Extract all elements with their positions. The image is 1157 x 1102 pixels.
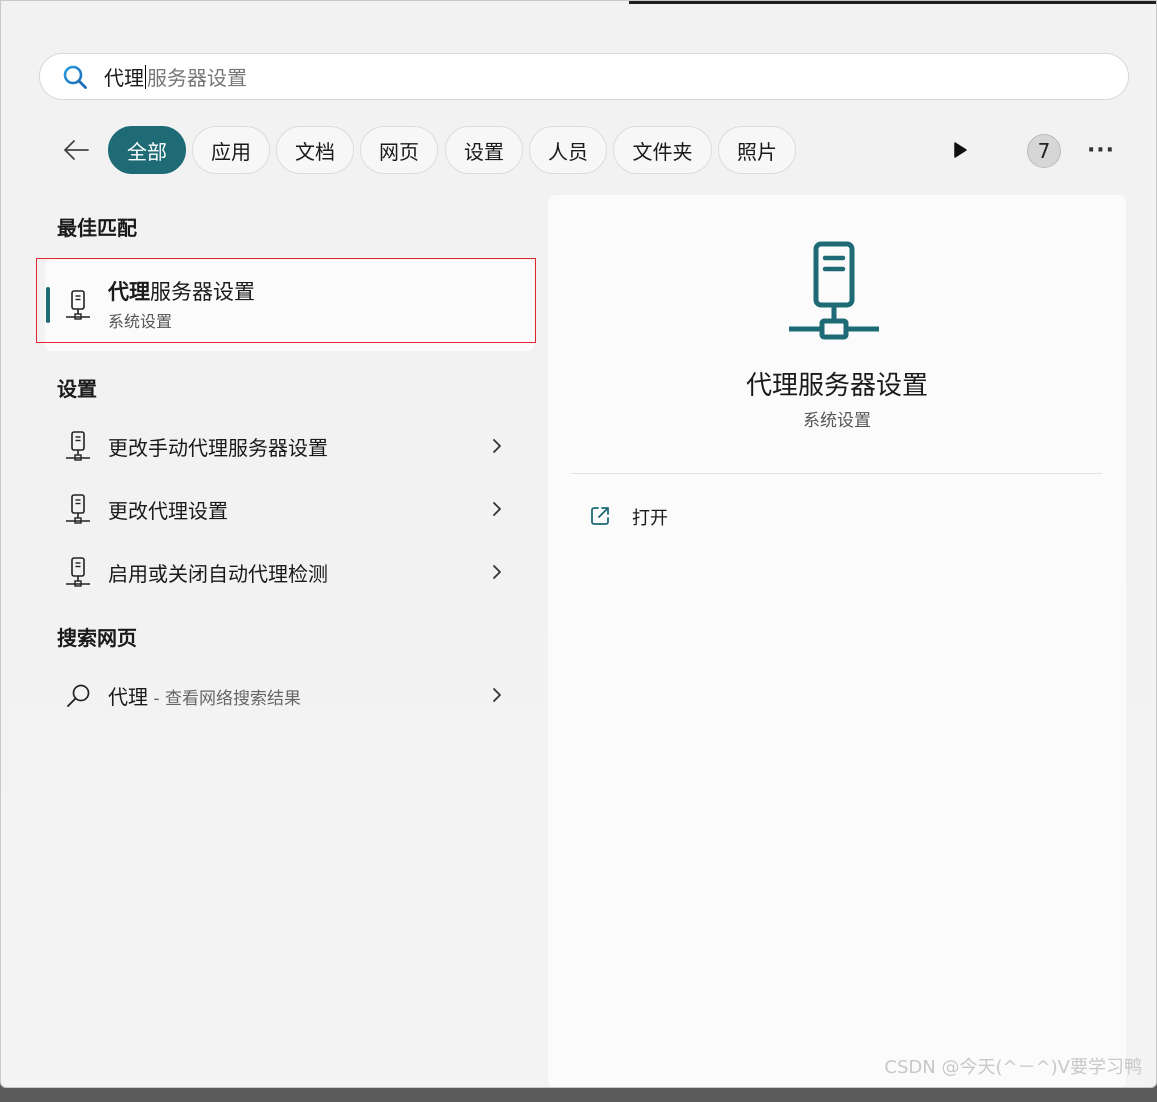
filter-chip-all[interactable]: 全部 <box>108 126 186 174</box>
search-window: 代理 服务器设置 全部 应用 文档 网页 设置 人员 文件夹 照片 7 ··· 最… <box>0 0 1157 1088</box>
web-search-result-item[interactable]: 代理 - 查看网络搜索结果 <box>45 665 534 725</box>
window-top-edge <box>629 1 1156 4</box>
filter-chip-people[interactable]: 人员 <box>529 126 607 174</box>
more-filters-button[interactable] <box>947 137 973 163</box>
preview-divider <box>571 473 1102 474</box>
settings-result-label: 更改手动代理服务器设置 <box>108 436 328 460</box>
preview-subtitle: 系统设置 <box>803 411 871 431</box>
settings-result-item[interactable]: 启用或关闭自动代理检测 <box>45 542 534 602</box>
chevron-right-icon[interactable] <box>489 499 505 519</box>
web-search-suffix: - 查看网络搜索结果 <box>148 689 301 709</box>
chevron-right-icon[interactable] <box>489 436 505 456</box>
open-action-label[interactable]: 打开 <box>632 504 668 530</box>
best-match-title-rest: 服务器设置 <box>150 280 255 304</box>
filter-chip-photos[interactable]: 照片 <box>718 126 796 174</box>
text-caret <box>145 64 146 89</box>
search-input-text[interactable]: 代理 <box>104 62 144 91</box>
filter-chip-folders[interactable]: 文件夹 <box>613 126 712 174</box>
preview-title: 代理服务器设置 <box>745 371 928 401</box>
arrow-left-icon <box>64 140 89 160</box>
settings-result-item[interactable]: 更改手动代理服务器设置 <box>45 416 534 476</box>
proxy-server-icon <box>66 557 90 587</box>
selection-indicator <box>46 287 50 323</box>
filter-chip-apps[interactable]: 应用 <box>192 126 270 174</box>
search-autocomplete-suggestion: 服务器设置 <box>147 66 247 90</box>
rewards-count-badge[interactable]: 7 <box>1027 134 1061 168</box>
search-icon <box>67 684 90 707</box>
proxy-server-icon <box>789 241 879 340</box>
ellipsis-icon: ··· <box>1086 137 1116 163</box>
best-match-title: 代理服务器设置 <box>108 276 255 306</box>
chevron-right-icon[interactable] <box>489 685 505 705</box>
best-match-title-bold: 代理 <box>108 280 150 304</box>
settings-result-label: 启用或关闭自动代理检测 <box>108 562 328 586</box>
search-icon <box>63 65 87 89</box>
filter-chip-documents[interactable]: 文档 <box>276 126 354 174</box>
proxy-server-icon <box>66 290 90 320</box>
filter-chip-web[interactable]: 网页 <box>360 126 438 174</box>
web-search-heading: 搜索网页 <box>57 626 137 650</box>
web-search-query: 代理 <box>108 685 148 709</box>
back-button[interactable] <box>59 133 93 167</box>
settings-result-label: 更改代理设置 <box>108 499 228 523</box>
proxy-server-icon <box>66 431 90 461</box>
filter-chip-settings[interactable]: 设置 <box>445 126 523 174</box>
watermark-text: CSDN @今天(^－^)V要学习鸭 <box>884 1057 1142 1078</box>
settings-result-item[interactable]: 更改代理设置 <box>45 479 534 539</box>
best-match-subtitle: 系统设置 <box>108 312 173 331</box>
more-options-button[interactable]: ··· <box>1086 137 1116 163</box>
chevron-right-icon[interactable] <box>489 562 505 582</box>
search-box[interactable]: 代理 服务器设置 <box>39 53 1129 100</box>
open-external-icon[interactable] <box>589 505 611 527</box>
proxy-server-icon <box>66 494 90 524</box>
settings-heading: 设置 <box>57 377 97 401</box>
play-icon <box>954 142 967 158</box>
web-search-result-label: 代理 - 查看网络搜索结果 <box>108 681 301 710</box>
best-match-heading: 最佳匹配 <box>57 216 137 240</box>
